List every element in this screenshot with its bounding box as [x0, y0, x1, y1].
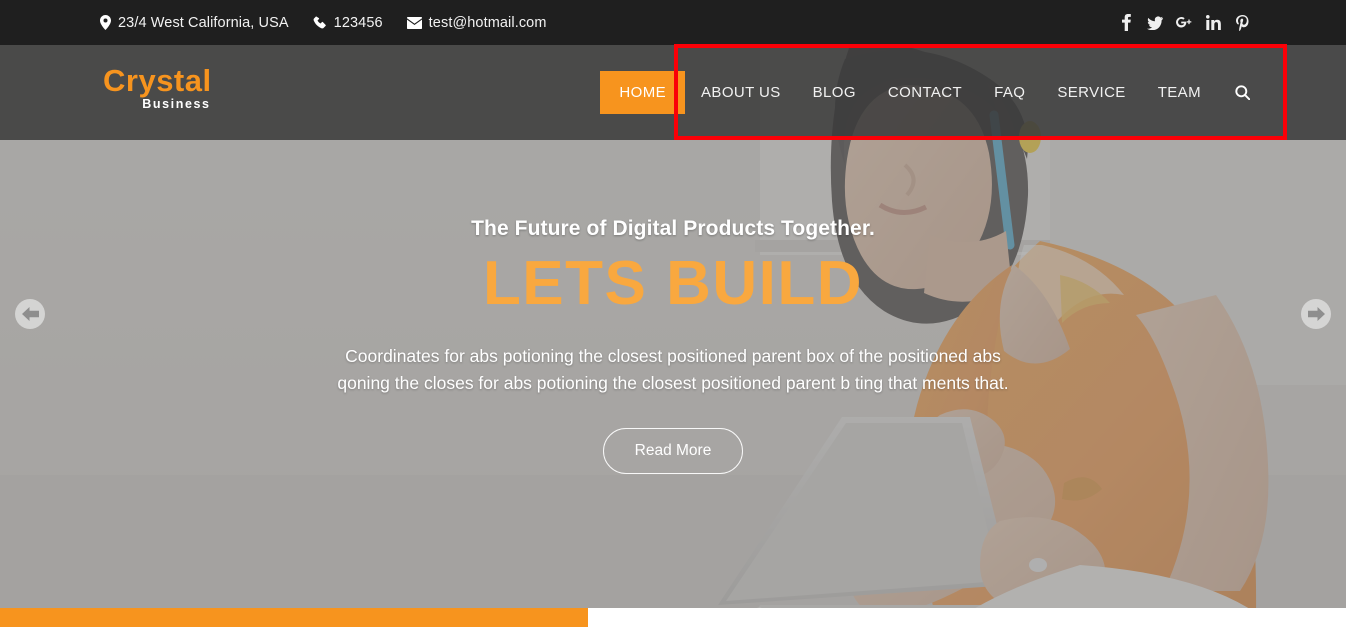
page-root: 23/4 West California, USA 123456 test@ho… [0, 0, 1346, 627]
contact-info-group: 23/4 West California, USA 123456 test@ho… [100, 15, 547, 31]
nav-item-faq[interactable]: FAQ [978, 72, 1041, 113]
email-text: test@hotmail.com [428, 14, 547, 31]
main-navigation: HOME ABOUT US BLOG CONTACT FAQ SERVICE T… [600, 45, 1260, 140]
social-links-group [1118, 14, 1250, 32]
phone-icon [313, 15, 327, 30]
location-pin-icon [100, 15, 111, 30]
nav-item-team[interactable]: TEAM [1142, 72, 1217, 113]
envelope-icon [406, 16, 422, 29]
bottom-orange-band [0, 608, 588, 627]
pinterest-icon[interactable] [1234, 14, 1250, 32]
bottom-white-area [588, 608, 1346, 627]
logo-sub-text: Business [142, 97, 211, 111]
twitter-icon[interactable] [1147, 14, 1163, 32]
contact-address: 23/4 West California, USA [100, 15, 289, 31]
nav-item-contact[interactable]: CONTACT [872, 72, 978, 113]
contact-phone: 123456 [313, 15, 383, 31]
logo-main-text: Crystal [103, 63, 212, 98]
google-plus-icon[interactable] [1176, 14, 1192, 32]
linkedin-icon[interactable] [1205, 14, 1221, 32]
read-more-button[interactable]: Read More [602, 428, 744, 475]
facebook-icon[interactable] [1118, 14, 1134, 32]
site-logo[interactable]: Crystal Business [103, 65, 212, 111]
nav-item-about-us[interactable]: ABOUT US [685, 72, 797, 113]
nav-item-home[interactable]: HOME [600, 71, 686, 114]
nav-item-service[interactable]: SERVICE [1041, 72, 1141, 113]
nav-item-blog[interactable]: BLOG [797, 72, 872, 113]
contact-email: test@hotmail.com [406, 14, 547, 31]
arrow-left-icon [21, 307, 39, 321]
carousel-next-button[interactable] [1301, 299, 1331, 329]
arrow-right-icon [1307, 307, 1325, 321]
top-contact-bar: 23/4 West California, USA 123456 test@ho… [0, 0, 1346, 45]
address-text: 23/4 West California, USA [118, 14, 289, 31]
site-header: Crystal Business HOME ABOUT US BLOG CONT… [0, 45, 1346, 140]
search-icon[interactable] [1217, 73, 1260, 112]
carousel-prev-button[interactable] [15, 299, 45, 329]
phone-text: 123456 [333, 14, 383, 31]
